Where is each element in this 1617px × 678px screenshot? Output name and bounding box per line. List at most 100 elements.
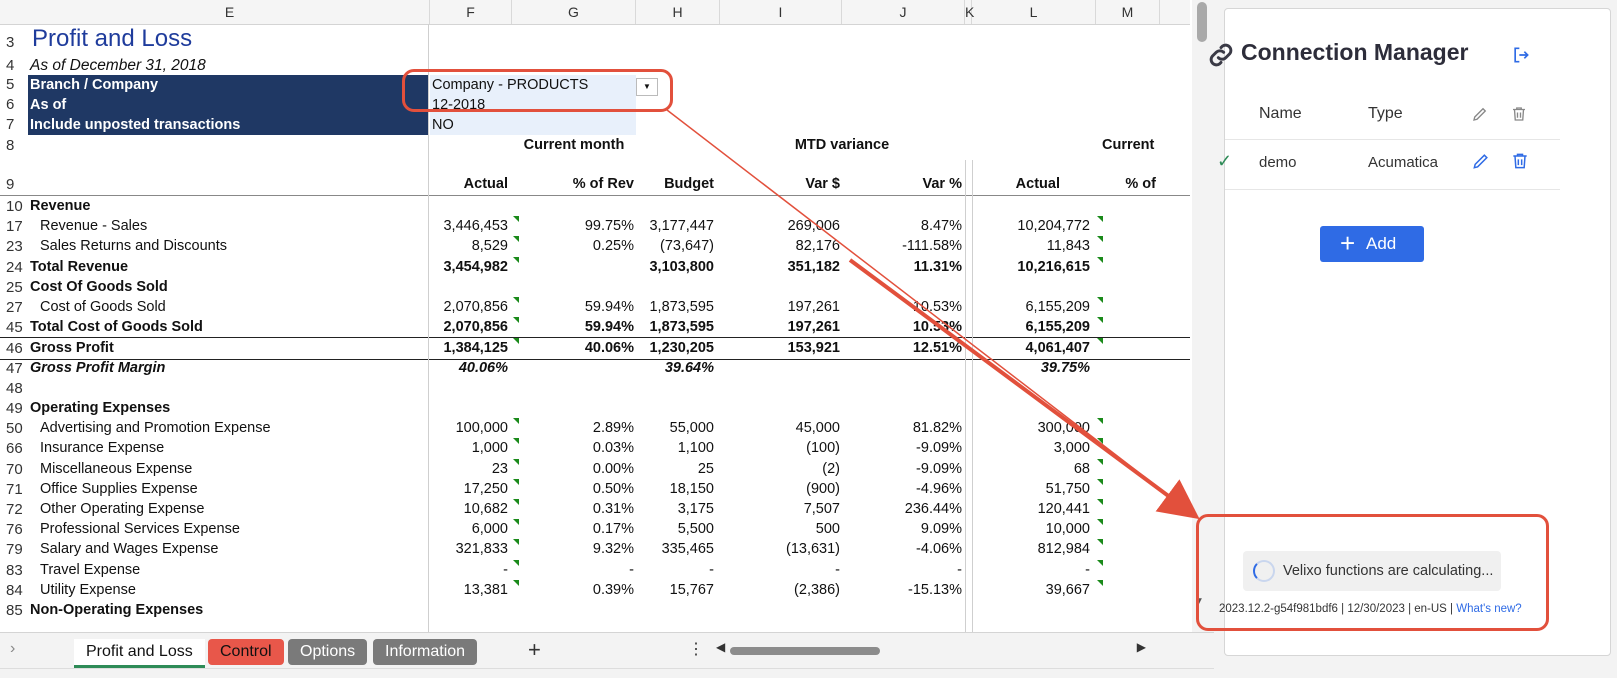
table-row[interactable]: 72 Other Operating Expense 10,682 0.31% 3,17… [0, 499, 1190, 520]
scroll-right-icon[interactable]: ▶ [1137, 640, 1146, 654]
value-cell[interactable]: 0.17% [512, 519, 634, 540]
value-cell[interactable]: 2.89% [512, 418, 634, 439]
table-row[interactable]: 84 Utility Expense 13,381 0.39% 15,767 (2,386… [0, 579, 1190, 601]
value-cell[interactable]: 10,682 [430, 499, 508, 520]
table-row[interactable]: 47 Gross Profit Margin 40.06% 39.64% 39.75% [0, 358, 1190, 379]
value-cell[interactable]: 6,155,209 [972, 297, 1090, 318]
table-row[interactable]: 10 Revenue [0, 196, 1190, 217]
value-cell[interactable]: 40.06% [512, 338, 634, 359]
value-cell[interactable]: 10,216,615 [972, 257, 1090, 278]
column-header[interactable]: I [720, 0, 842, 24]
value-cell[interactable] [720, 196, 840, 217]
row-number[interactable]: 23 [0, 236, 36, 257]
value-cell[interactable] [636, 600, 714, 621]
value-cell[interactable]: 11,843 [972, 236, 1090, 257]
value-cell[interactable]: 0.50% [512, 479, 634, 500]
value-cell[interactable] [972, 398, 1090, 419]
value-cell[interactable]: -15.13% [842, 580, 962, 601]
value-cell[interactable]: 39.64% [636, 358, 714, 379]
value-cell[interactable] [720, 600, 840, 621]
value-cell[interactable]: 321,833 [430, 539, 508, 560]
value-cell[interactable]: - [512, 560, 634, 581]
value-cell[interactable]: (73,647) [636, 236, 714, 257]
row-number[interactable]: 50 [0, 418, 36, 439]
table-row[interactable]: 70 Miscellaneous Expense 23 0.00% 25 (2) -9.09… [0, 458, 1190, 480]
value-cell[interactable] [512, 600, 634, 621]
value-cell[interactable]: 1,384,125 [430, 338, 508, 359]
sheet-tab-profit-and-loss[interactable]: Profit and Loss [74, 639, 205, 668]
table-row[interactable]: 24 Total Revenue 3,454,982 3,103,800 351,182… [0, 256, 1190, 278]
row-number[interactable]: 72 [0, 499, 36, 520]
value-cell[interactable] [430, 378, 508, 399]
param-value[interactable]: NO [430, 115, 636, 135]
value-cell[interactable] [842, 196, 962, 217]
value-cell[interactable]: (900) [720, 479, 840, 500]
value-cell[interactable]: 6,155,209 [972, 317, 1090, 338]
value-cell[interactable]: 3,103,800 [636, 257, 714, 278]
column-header[interactable]: M [1096, 0, 1160, 24]
value-cell[interactable]: 25 [636, 459, 714, 480]
value-cell[interactable]: 351,182 [720, 257, 840, 278]
add-sheet-button[interactable]: + [528, 637, 541, 663]
value-cell[interactable]: - [430, 560, 508, 581]
value-cell[interactable]: 10,204,772 [972, 216, 1090, 237]
horizontal-scroll-thumb[interactable] [730, 647, 880, 655]
value-cell[interactable]: 0.25% [512, 236, 634, 257]
value-cell[interactable]: 3,177,447 [636, 216, 714, 237]
table-row[interactable]: 66 Insurance Expense 1,000 0.03% 1,100 (100) -… [0, 438, 1190, 459]
scroll-left-icon[interactable]: ◀ [716, 640, 725, 654]
value-cell[interactable]: - [636, 560, 714, 581]
table-row[interactable]: 3 Profit and Loss [0, 25, 1190, 53]
value-cell[interactable]: 812,984 [972, 539, 1090, 560]
value-cell[interactable]: 197,261 [720, 297, 840, 318]
value-cell[interactable]: 39.75% [972, 358, 1090, 379]
table-row[interactable]: 25 Cost Of Goods Sold [0, 277, 1190, 298]
value-cell[interactable] [636, 196, 714, 217]
value-cell[interactable]: 0.03% [512, 438, 634, 459]
value-cell[interactable]: 59.94% [512, 317, 634, 338]
sheet-tab-options[interactable]: Options [288, 639, 368, 665]
value-cell[interactable]: 10,000 [972, 519, 1090, 540]
value-cell[interactable]: 18,150 [636, 479, 714, 500]
value-cell[interactable]: -9.09% [842, 438, 962, 459]
value-cell[interactable]: 4,061,407 [972, 338, 1090, 359]
value-cell[interactable]: (2) [720, 459, 840, 480]
value-cell[interactable] [512, 196, 634, 217]
value-cell[interactable] [636, 277, 714, 298]
value-cell[interactable] [842, 358, 962, 379]
table-row[interactable]: 27 Cost of Goods Sold 2,070,856 59.94% 1,873… [0, 297, 1190, 318]
value-cell[interactable]: 0.39% [512, 580, 634, 601]
sheet-tab-information[interactable]: Information [373, 639, 478, 665]
row-number[interactable]: 79 [0, 539, 36, 560]
value-cell[interactable]: 39,667 [972, 580, 1090, 601]
column-header[interactable]: L [972, 0, 1096, 24]
row-number[interactable]: 70 [0, 459, 36, 480]
table-row[interactable]: 50 Advertising and Promotion Expense 100,0… [0, 418, 1190, 439]
row-number[interactable]: 48 [0, 378, 36, 399]
more-options-icon[interactable]: ⋮ [688, 639, 704, 659]
scroll-thumb[interactable] [1197, 2, 1207, 42]
value-cell[interactable]: (100) [720, 438, 840, 459]
edit-connection-button[interactable] [1471, 151, 1491, 174]
value-cell[interactable]: 9.09% [842, 519, 962, 540]
value-cell[interactable]: - [720, 560, 840, 581]
value-cell[interactable]: 236.44% [842, 499, 962, 520]
table-row[interactable]: 85 Non-Operating Expenses [0, 600, 1190, 621]
table-row[interactable]: 83 Travel Expense - - - - - - [0, 559, 1190, 581]
row-number[interactable]: 84 [0, 580, 36, 601]
sheet-tab-control[interactable]: Control [208, 639, 284, 665]
table-row[interactable]: 7 Include unposted transactions NO [0, 115, 1190, 135]
table-row[interactable]: 45 Total Cost of Goods Sold 2,070,856 59.94… [0, 317, 1190, 338]
table-row[interactable]: 71 Office Supplies Expense 17,250 0.50% 18,1… [0, 478, 1190, 500]
column-header[interactable]: K [965, 0, 974, 24]
value-cell[interactable] [842, 277, 962, 298]
value-cell[interactable]: 269,006 [720, 216, 840, 237]
value-cell[interactable] [842, 398, 962, 419]
column-header[interactable]: H [636, 0, 720, 24]
value-cell[interactable]: 51,750 [972, 479, 1090, 500]
value-cell[interactable]: 40.06% [430, 358, 508, 379]
row-number[interactable]: 83 [0, 560, 36, 581]
value-cell[interactable] [972, 196, 1090, 217]
value-cell[interactable] [972, 600, 1090, 621]
value-cell[interactable]: 23 [430, 459, 508, 480]
